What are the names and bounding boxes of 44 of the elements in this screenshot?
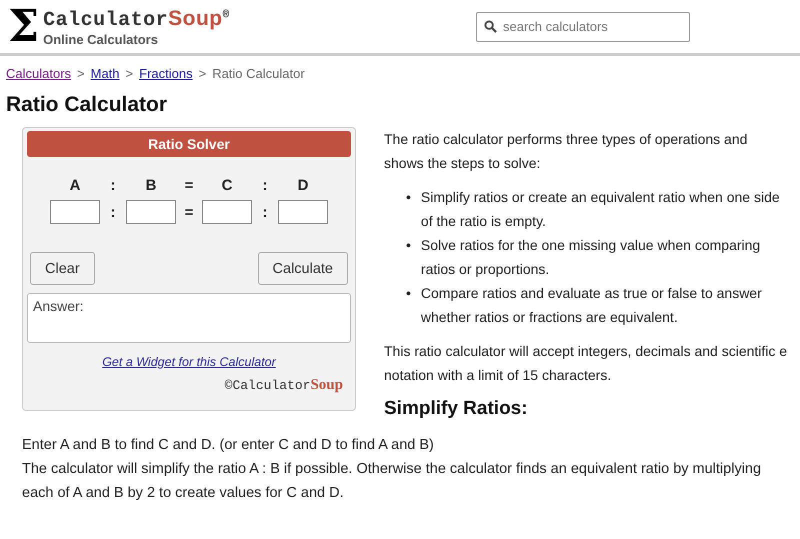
variable-label: A [68,177,82,194]
calculate-button[interactable]: Calculate [258,252,348,285]
section-heading: Simplify Ratios: [384,397,529,421]
panel-title: Ratio Solver [27,131,351,157]
breadcrumb-separator: > [77,66,85,81]
instruction-paragraph: The calculator will simplify the ratio A : B if possible. Otherwise the calculator finds an equivalent ratio by multiplying each of A and B by 2 to create values for C and D. [22,460,762,503]
variable-label: B [144,177,158,194]
intro-paragraph: The ratio calculator performs three types of operations and shows the steps to solve: [384,130,748,173]
ratio-separator: : [262,177,268,194]
ratio-input[interactable] [278,200,328,224]
feature-item: Simplify ratios or create an equivalent ratio when one side of the ratio is empty. [420,188,781,231]
feature-item: Compare ratios and evaluate as true or false to answer whether ratios or fractions are equivalent. [420,284,763,327]
answer-field[interactable]: Answer: [27,293,351,343]
feature-item: Solve ratios for the one missing value when comparing ratios or proportions. [420,236,762,279]
site-tagline: Online Calculators [43,32,159,46]
breadcrumb-link[interactable]: Fractions [139,66,193,81]
ratio-input[interactable] [202,200,252,224]
site-logo-wordmark: CalculatorSoup$^{®}$ [43,6,230,32]
ratio-separator: : [262,204,268,220]
copyright-credit: ©CalculatorSoup [224,377,343,394]
page-title: Ratio Calculator [6,93,168,117]
search-icon [484,20,497,32]
clear-button[interactable]: Clear [30,252,95,285]
ratio-separator: : [110,204,116,220]
breadcrumb-separator: > [198,66,206,81]
bullet-marker: • [406,284,411,303]
breadcrumb-link[interactable]: Calculators [6,66,72,81]
search-field[interactable]: search calculators [476,12,690,42]
breadcrumb-current: Ratio Calculator [212,66,305,81]
ratio-input[interactable] [50,200,100,224]
logo-symbol: Σ [8,4,40,48]
breadcrumb-link[interactable]: Math [90,66,120,81]
variable-label: D [296,177,310,194]
input-note: This ratio calculator will accept integers, decimals and scientific e notation with a limit of 15 characters. [384,342,788,385]
instruction-paragraph: Enter A and B to find C and D. (or enter C and D to find A and B) [22,436,435,455]
variable-label: C [220,177,234,194]
ratio-separator: = [184,177,194,194]
bullet-marker: • [406,188,411,207]
bullet-marker: • [406,236,411,255]
ratio-separator: : [110,177,116,194]
ratio-input[interactable] [126,200,176,224]
widget-link[interactable]: Get a Widget for this Calculator [102,355,276,369]
breadcrumb-separator: > [126,66,134,81]
ratio-separator: = [184,204,194,220]
